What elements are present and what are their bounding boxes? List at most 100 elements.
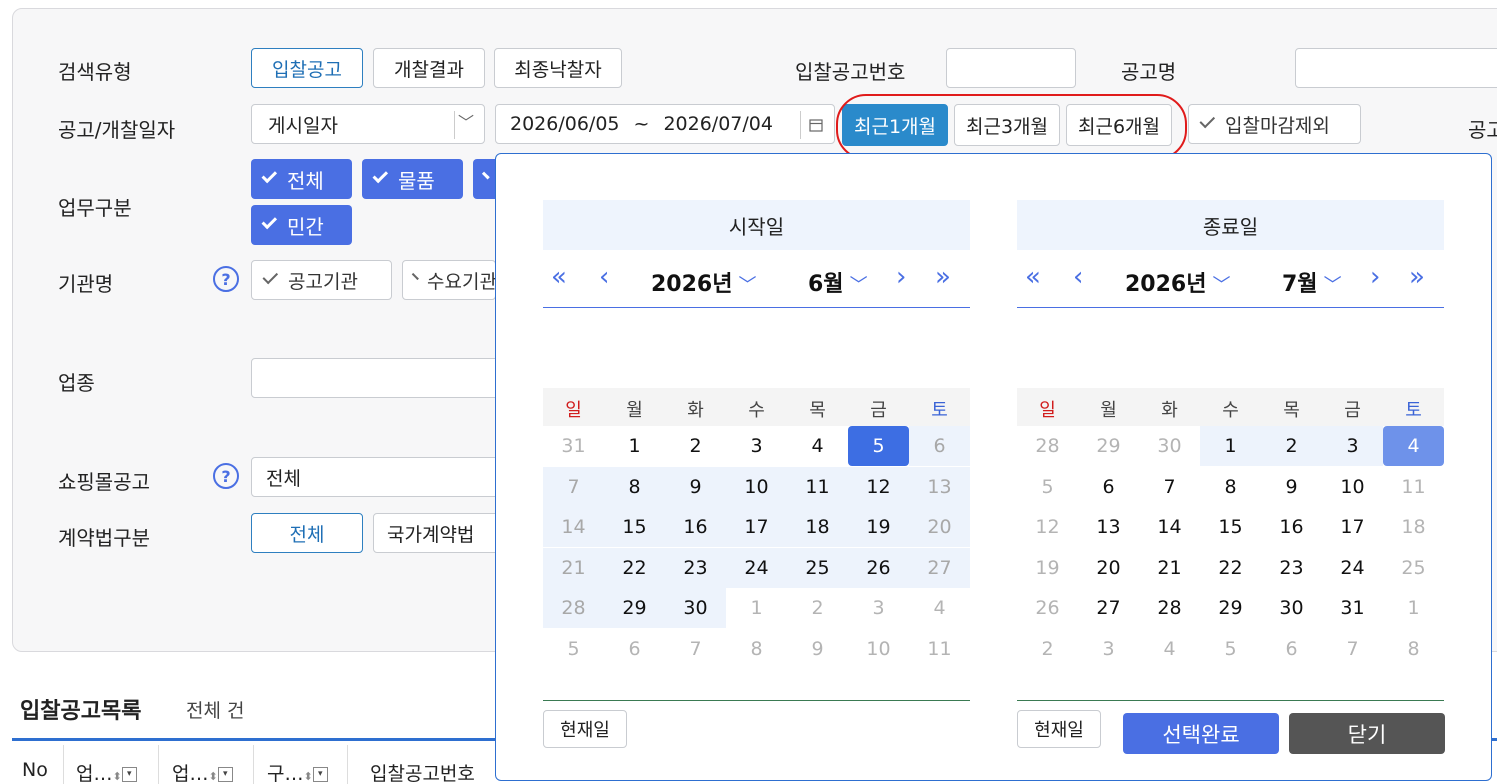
calendar-day[interactable]: 6: [1261, 629, 1322, 669]
calendar-day[interactable]: 26: [848, 547, 909, 588]
calendar-day[interactable]: 6: [909, 426, 970, 466]
calendar-day[interactable]: 25: [787, 547, 848, 588]
calendar-day[interactable]: 10: [848, 629, 909, 669]
next-month-icon[interactable]: ›: [896, 262, 906, 292]
calendar-day[interactable]: 2: [1261, 426, 1322, 466]
calendar-day[interactable]: 1: [726, 588, 787, 628]
filter-icon[interactable]: ▾: [121, 767, 137, 782]
calendar-day[interactable]: 3: [1322, 426, 1383, 466]
calendar-day[interactable]: 7: [1139, 467, 1200, 507]
calendar-day[interactable]: 3: [726, 426, 787, 466]
calendar-day[interactable]: 11: [909, 629, 970, 669]
calendar-day[interactable]: 5: [1200, 629, 1261, 669]
calendar-day[interactable]: 8: [1200, 467, 1261, 507]
calendar-icon[interactable]: [809, 118, 823, 132]
sort-icon[interactable]: ⬍: [208, 770, 217, 783]
calendar-day[interactable]: 12: [1017, 507, 1078, 547]
calendar-day[interactable]: 12: [848, 466, 909, 507]
calendar-day[interactable]: 17: [1322, 507, 1383, 547]
calendar-day[interactable]: 22: [1200, 548, 1261, 588]
notice-name-input[interactable]: [1295, 48, 1497, 88]
calendar-day[interactable]: 28: [1139, 588, 1200, 628]
calendar-day[interactable]: 27: [1078, 588, 1139, 628]
next-month-icon[interactable]: ›: [1370, 262, 1380, 292]
calendar-day[interactable]: 2: [1017, 629, 1078, 669]
calendar-day[interactable]: 3: [1078, 629, 1139, 669]
end-year-select[interactable]: 2026년 ﹀: [1125, 266, 1230, 298]
date-kind-select[interactable]: 게시일자 ﹀: [251, 104, 485, 144]
calendar-day[interactable]: 16: [665, 507, 726, 548]
calendar-day[interactable]: 3: [848, 588, 909, 628]
calendar-day[interactable]: 8: [604, 466, 665, 507]
business-all-checkbox[interactable]: 전체: [251, 159, 352, 199]
calendar-day[interactable]: 30: [1139, 426, 1200, 466]
col-notice-no[interactable]: 입찰공고번호: [370, 759, 475, 784]
calendar-day[interactable]: 19: [848, 507, 909, 548]
calendar-day[interactable]: 25: [1383, 548, 1444, 588]
industry-input[interactable]: [251, 358, 501, 398]
filter-icon[interactable]: ▾: [217, 767, 233, 782]
calendar-day[interactable]: 1: [1383, 588, 1444, 628]
calendar-day[interactable]: 6: [604, 629, 665, 669]
col-business-header[interactable]: 업…⬍ ▾: [76, 759, 137, 784]
calendar-day[interactable]: 10: [726, 466, 787, 507]
calendar-day[interactable]: 20: [1078, 548, 1139, 588]
calendar-day[interactable]: 15: [604, 507, 665, 548]
filter-icon[interactable]: ▾: [312, 767, 328, 782]
calendar-day[interactable]: 17: [726, 507, 787, 548]
start-month-select[interactable]: 6월 ﹀: [808, 266, 868, 298]
calendar-day[interactable]: 30: [665, 588, 726, 629]
calendar-day[interactable]: 23: [1261, 548, 1322, 588]
calendar-day[interactable]: 18: [787, 507, 848, 548]
contract-law-all-button[interactable]: 전체: [251, 513, 363, 553]
calendar-day[interactable]: 26: [1017, 588, 1078, 628]
calendar-day[interactable]: 24: [726, 547, 787, 588]
help-icon[interactable]: ?: [213, 463, 239, 489]
calendar-day[interactable]: 4: [787, 426, 848, 466]
calendar-day[interactable]: 5: [848, 426, 909, 466]
calendar-day[interactable]: 11: [787, 466, 848, 507]
calendar-day[interactable]: 31: [543, 426, 604, 466]
calendar-day[interactable]: 8: [726, 629, 787, 669]
calendar-day[interactable]: 20: [909, 507, 970, 548]
calendar-day[interactable]: 5: [1017, 467, 1078, 507]
calendar-day[interactable]: 7: [543, 466, 604, 507]
calendar-day[interactable]: 28: [1017, 426, 1078, 466]
calendar-day[interactable]: 8: [1383, 629, 1444, 669]
calendar-day[interactable]: 31: [1322, 588, 1383, 628]
col-no[interactable]: No: [22, 759, 48, 781]
calendar-day[interactable]: 10: [1322, 467, 1383, 507]
calendar-day[interactable]: 5: [543, 629, 604, 669]
calendar-day[interactable]: 9: [1261, 467, 1322, 507]
calendar-day[interactable]: 4: [909, 588, 970, 628]
col-category-header[interactable]: 구…⬍ ▾: [267, 759, 328, 784]
calendar-day[interactable]: 27: [909, 547, 970, 588]
prev-month-icon[interactable]: ‹: [1073, 262, 1083, 292]
search-type-bid-notice-button[interactable]: 입찰공고: [251, 48, 363, 88]
calendar-day[interactable]: 7: [665, 629, 726, 669]
sort-icon[interactable]: ⬍: [112, 770, 121, 783]
calendar-day[interactable]: 30: [1261, 588, 1322, 628]
prev-month-icon[interactable]: ‹: [599, 262, 609, 292]
close-button[interactable]: 닫기: [1289, 713, 1445, 754]
calendar-day[interactable]: 4: [1383, 426, 1444, 466]
calendar-day[interactable]: 9: [787, 629, 848, 669]
calendar-day[interactable]: 15: [1200, 507, 1261, 547]
exclude-closed-checkbox[interactable]: 입찰마감제외: [1188, 104, 1361, 144]
contract-law-national-button[interactable]: 국가계약법: [373, 513, 501, 553]
calendar-day[interactable]: 4: [1139, 629, 1200, 669]
calendar-day[interactable]: 19: [1017, 548, 1078, 588]
next-year-icon[interactable]: »: [935, 262, 951, 292]
agency-demand-checkbox[interactable]: 수요기관: [402, 260, 496, 300]
start-year-select[interactable]: 2026년 ﹀: [651, 266, 756, 298]
calendar-day[interactable]: 13: [909, 466, 970, 507]
agency-notice-checkbox[interactable]: 공고기관: [251, 260, 392, 300]
calendar-day[interactable]: 21: [1139, 548, 1200, 588]
sort-icon[interactable]: ⬍: [303, 770, 312, 783]
next-year-icon[interactable]: »: [1409, 262, 1425, 292]
calendar-day[interactable]: 2: [665, 426, 726, 466]
calendar-day[interactable]: 18: [1383, 507, 1444, 547]
date-range-input[interactable]: 2026/06/05 ~ 2026/07/04: [495, 104, 835, 144]
start-today-button[interactable]: 현재일: [543, 710, 627, 748]
calendar-day[interactable]: 7: [1322, 629, 1383, 669]
